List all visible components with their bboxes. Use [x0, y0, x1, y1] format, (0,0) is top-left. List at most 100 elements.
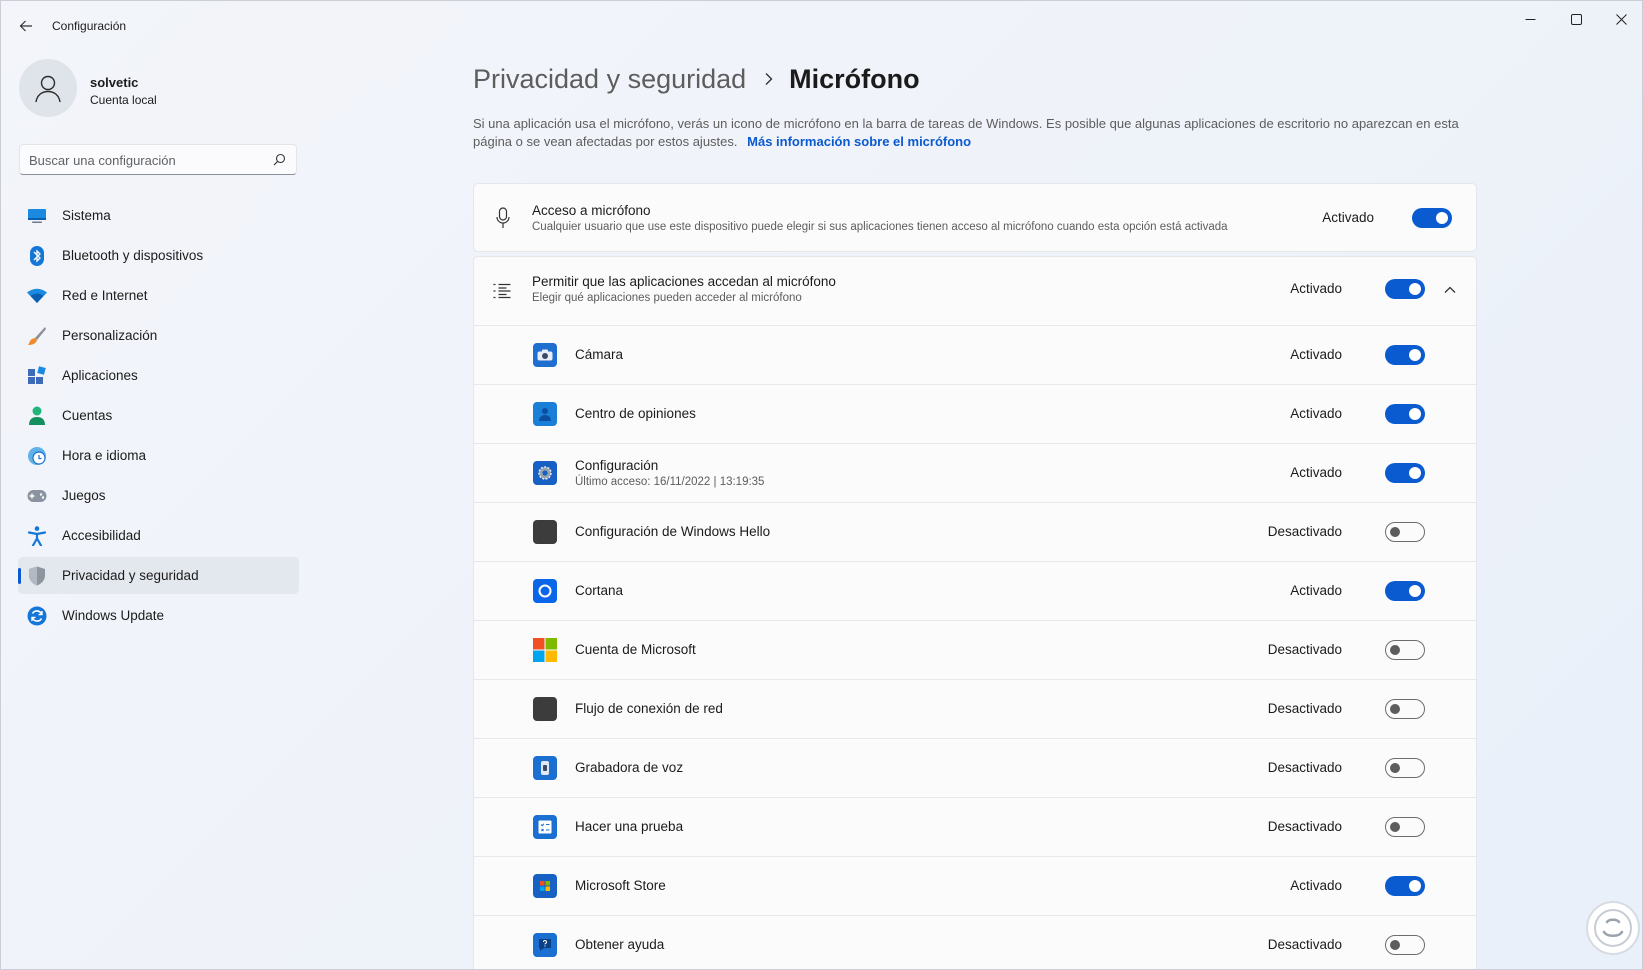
- apps-icon: [27, 366, 47, 386]
- account-type: Cuenta local: [90, 93, 157, 107]
- arrow-left-icon: [19, 20, 32, 32]
- app-toggle-centro-de-opiniones[interactable]: [1385, 404, 1425, 424]
- sidebar-item-privacidad[interactable]: Privacidad y seguridad: [18, 557, 299, 594]
- microphone-access-title: Acceso a micrófono: [532, 203, 651, 218]
- app-toggle-flujo-de-conexion[interactable]: [1385, 699, 1425, 719]
- app-row-windows-hello: Configuración de Windows Hello Desactiva…: [474, 502, 1476, 561]
- sidebar-item-hora[interactable]: Hora e idioma: [18, 437, 299, 474]
- clock-globe-icon: [27, 446, 47, 466]
- watermark-logo: [1586, 901, 1640, 955]
- apps-access-header[interactable]: Permitir que las aplicaciones accedan al…: [474, 257, 1476, 325]
- app-toggle-configuracion[interactable]: [1385, 463, 1425, 483]
- app-state: Desactivado: [1267, 642, 1342, 657]
- sidebar-item-bluetooth[interactable]: Bluetooth y dispositivos: [18, 237, 299, 274]
- close-icon: [1615, 13, 1627, 25]
- app-state: Activado: [1290, 878, 1342, 893]
- title-bar: Configuración: [1, 1, 1642, 51]
- app-name: Grabadora de voz: [575, 760, 684, 775]
- voice-recorder-icon: [533, 756, 557, 780]
- app-toggle-camara[interactable]: [1385, 345, 1425, 365]
- sidebar-item-windows-update[interactable]: Windows Update: [18, 597, 299, 634]
- sidebar-item-label: Windows Update: [62, 608, 165, 623]
- app-state: Desactivado: [1267, 937, 1342, 952]
- learn-more-link[interactable]: Más información sobre el micrófono: [747, 134, 971, 149]
- network-flow-icon: [533, 697, 557, 721]
- settings-app-icon: [533, 461, 557, 485]
- person-avatar-icon: [35, 75, 61, 103]
- app-toggle-cuenta-de-microsoft[interactable]: [1385, 640, 1425, 660]
- page-title: Micrófono: [789, 63, 920, 94]
- sidebar-item-label: Hora e idioma: [62, 448, 147, 463]
- bluetooth-icon: [27, 246, 47, 266]
- app-toggle-windows-hello[interactable]: [1385, 522, 1425, 542]
- minimize-icon: [1525, 18, 1535, 20]
- app-toggle-microsoft-store[interactable]: [1385, 876, 1425, 896]
- search-icon[interactable]: [273, 153, 286, 166]
- apps-access-toggle[interactable]: [1385, 279, 1425, 299]
- close-button[interactable]: [1598, 6, 1642, 32]
- app-state: Activado: [1290, 583, 1342, 598]
- back-button[interactable]: [13, 13, 39, 39]
- app-name: Microsoft Store: [575, 878, 666, 893]
- chevron-up-icon[interactable]: [1442, 282, 1458, 298]
- user-profile[interactable]: solvetic Cuenta local: [19, 59, 299, 119]
- sidebar-item-sistema[interactable]: Sistema: [18, 197, 299, 234]
- sidebar-item-label: Bluetooth y dispositivos: [62, 248, 204, 263]
- search-input[interactable]: [29, 151, 264, 169]
- microphone-icon: [494, 206, 512, 230]
- app-name: Obtener ayuda: [575, 937, 665, 952]
- breadcrumb-parent[interactable]: Privacidad y seguridad: [473, 64, 746, 95]
- app-row-configuracion: Configuración Último acceso: 16/11/2022 …: [474, 443, 1476, 502]
- app-toggle-hacer-una-prueba[interactable]: [1385, 817, 1425, 837]
- sidebar-item-aplicaciones[interactable]: Aplicaciones: [18, 357, 299, 394]
- sidebar-item-label: Personalización: [62, 328, 158, 343]
- minimize-button[interactable]: [1507, 6, 1553, 32]
- app-state: Desactivado: [1267, 524, 1342, 539]
- windows-hello-icon: [533, 520, 557, 544]
- store-icon: [533, 874, 557, 898]
- cortana-icon: [533, 579, 557, 603]
- app-toggle-grabadora-de-voz[interactable]: [1385, 758, 1425, 778]
- person-icon: [27, 406, 47, 426]
- app-row-centro-de-opiniones: Centro de opiniones Activado: [474, 384, 1476, 443]
- app-name: Hacer una prueba: [575, 819, 684, 834]
- monitor-icon: [27, 206, 47, 226]
- microphone-access-card: Acceso a micrófono Cualquier usuario que…: [473, 183, 1477, 252]
- app-row-obtener-ayuda: Obtener ayuda Desactivado: [474, 915, 1476, 969]
- app-toggle-obtener-ayuda[interactable]: [1385, 935, 1425, 955]
- sidebar-item-label: Red e Internet: [62, 288, 148, 303]
- sidebar-nav: Sistema Bluetooth y dispositivos Red e I…: [18, 197, 299, 637]
- app-row-hacer-una-prueba: Hacer una prueba Desactivado: [474, 797, 1476, 856]
- app-name: Flujo de conexión de red: [575, 701, 723, 716]
- maximize-button[interactable]: [1553, 6, 1599, 32]
- list-icon: [492, 282, 512, 300]
- app-name: Configuración: [575, 458, 659, 473]
- sidebar-item-accesibilidad[interactable]: Accesibilidad: [18, 517, 299, 554]
- apps-access-title: Permitir que las aplicaciones accedan al…: [532, 274, 836, 289]
- app-last-access: Último acceso: 16/11/2022 | 13:19:35: [575, 476, 765, 488]
- microphone-access-toggle[interactable]: [1412, 208, 1452, 228]
- sidebar-item-label: Privacidad y seguridad: [62, 568, 199, 583]
- sidebar-item-label: Accesibilidad: [62, 528, 141, 543]
- sidebar-item-label: Juegos: [62, 488, 106, 503]
- app-row-flujo-de-conexion: Flujo de conexión de red Desactivado: [474, 679, 1476, 738]
- maximize-icon: [1570, 13, 1582, 25]
- sidebar-item-label: Cuentas: [62, 408, 113, 423]
- shield-icon: [27, 566, 47, 586]
- avatar: [19, 59, 77, 117]
- sidebar-item-red[interactable]: Red e Internet: [18, 277, 299, 314]
- app-row-cuenta-de-microsoft: Cuenta de Microsoft Desactivado: [474, 620, 1476, 679]
- app-row-camara: Cámara Activado: [474, 325, 1476, 384]
- sidebar-item-juegos[interactable]: Juegos: [18, 477, 299, 514]
- microphone-access-state: Activado: [1322, 210, 1374, 225]
- app-state: Desactivado: [1267, 819, 1342, 834]
- sidebar-item-personalizacion[interactable]: Personalización: [18, 317, 299, 354]
- app-name: Centro de opiniones: [575, 406, 696, 421]
- sidebar-item-cuentas[interactable]: Cuentas: [18, 397, 299, 434]
- app-state: Activado: [1290, 347, 1342, 362]
- app-toggle-cortana[interactable]: [1385, 581, 1425, 601]
- search-box: [19, 144, 297, 175]
- app-state: Activado: [1290, 406, 1342, 421]
- app-name: Cuenta de Microsoft: [575, 642, 696, 657]
- camera-app-icon: [533, 343, 557, 367]
